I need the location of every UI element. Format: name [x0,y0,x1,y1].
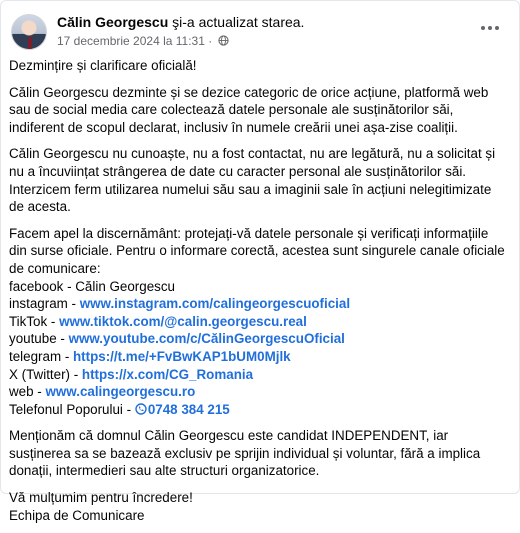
youtube-link[interactable]: www.youtube.com/c/CălinGeorgescuOficial [69,331,345,346]
thanks-line: Vă mulțumim pentru încredere! [9,490,193,506]
post-paragraph-1: Călin Georgescu dezminte și se dezice ca… [9,84,489,135]
channels-intro: Facem apel la discernământ: protejați-vă… [9,225,505,276]
x-link[interactable]: https://x.com/CG_Romania [82,367,253,382]
author-name-link[interactable]: Călin Georgescu [57,14,168,30]
channel-facebook: facebook - Călin Georgescu [9,278,175,294]
channel-instagram: instagram - www.instagram.com/calingeorg… [9,296,351,312]
post-header: Călin Georgescu şi-a actualizat starea. … [11,11,509,55]
channels-block: Facem apel la discernământ: protejați-vă… [9,225,509,419]
post-paragraph-2: Călin Georgescu nu cunoaște, nu a fost c… [9,146,496,215]
web-link[interactable]: www.calingeorgescu.ro [45,384,195,399]
avatar-tie-detail [28,37,32,49]
signature-line: Echipa de Comunicare [9,507,145,523]
phone-link[interactable]: 0748 384 215 [148,402,230,417]
author-line: Călin Georgescu şi-a actualizat starea. [57,14,304,30]
globe-icon[interactable] [217,35,229,46]
post-title: Dezmințire și clarificare oficială! [9,58,197,73]
channel-tiktok: TikTok - www.tiktok.com/@calin.georgescu… [9,313,307,329]
post-card: Călin Georgescu şi-a actualizat starea. … [0,0,520,523]
phone-icon [135,402,147,415]
post-closing: Vă mulțumim pentru încredere! Echipa de … [9,489,509,524]
telegram-link[interactable]: https://t.me/+FvBwKAP1bUM0Mjlk [73,349,291,364]
channel-youtube: youtube - www.youtube.com/c/CălinGeorges… [9,331,345,347]
post-body: Dezmințire și clarificare oficială! Căli… [9,57,509,533]
post-paragraph-4: Menționăm că domnul Călin Georgescu este… [9,428,481,479]
author-action-text: şi-a actualizat starea. [172,14,305,30]
author-avatar[interactable] [11,14,47,50]
channel-phone: Telefonul Poporului - 0748 384 215 [9,401,230,417]
channel-telegram: telegram - https://t.me/+FvBwKAP1bUM0Mjl… [9,348,291,364]
post-meta: 17 decembrie 2024 la 11:31 · [57,34,229,48]
more-options-icon[interactable] [477,17,503,39]
channel-x: X (Twitter) - https://x.com/CG_Romania [9,366,254,382]
meta-separator: · [208,34,213,48]
tiktok-link[interactable]: www.tiktok.com/@calin.georgescu.real [59,314,307,329]
instagram-link[interactable]: www.instagram.com/calingeorgescuoficial [80,296,350,311]
channel-web: web - www.calingeorgescu.ro [9,384,196,400]
post-timestamp[interactable]: 17 decembrie 2024 la 11:31 [57,34,205,48]
